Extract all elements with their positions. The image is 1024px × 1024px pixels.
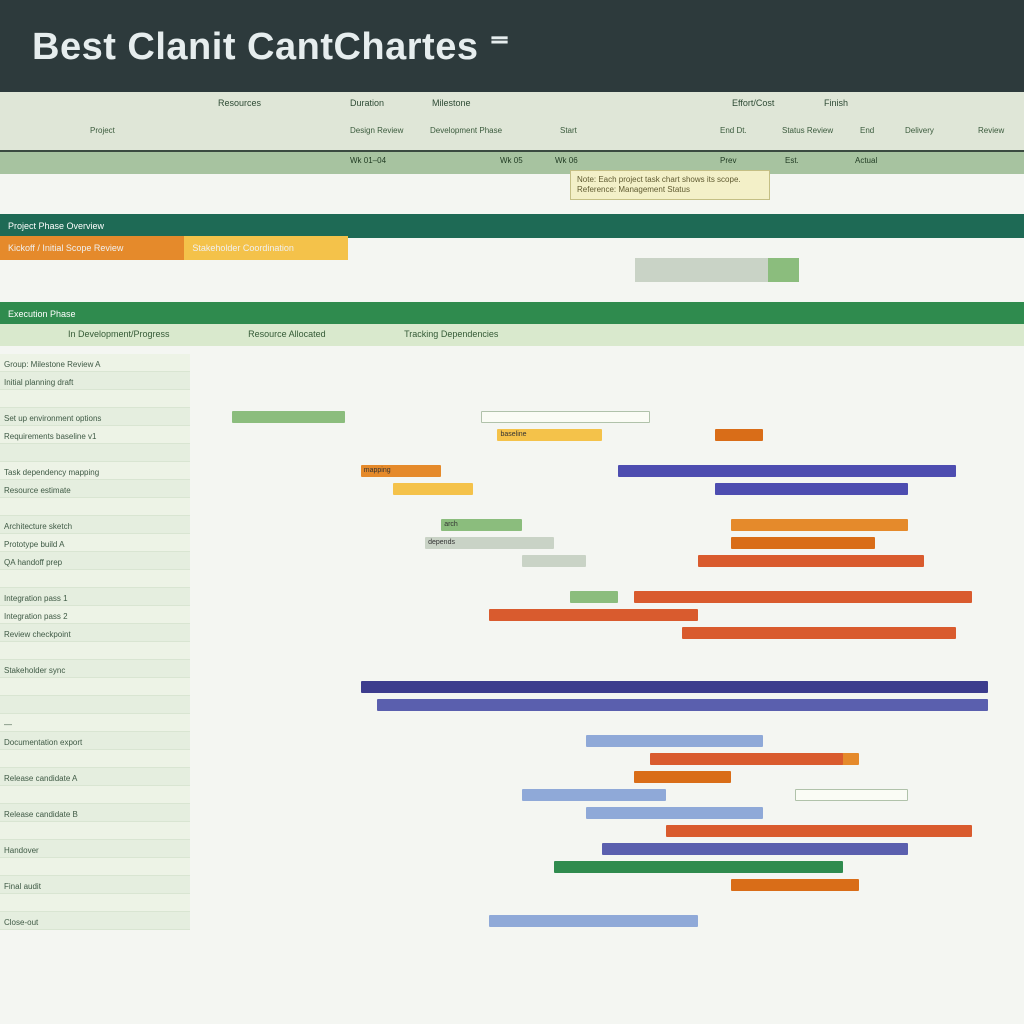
page-title: Best Clanit CantChartes ⁼ <box>32 24 510 69</box>
gantt-bar[interactable] <box>232 411 345 423</box>
subcol-end-dt-[interactable]: End Dt. <box>720 126 747 135</box>
gantt-bar[interactable]: arch <box>441 519 521 531</box>
column-header-major: Resources Duration Milestone Effort/Cost Fin… <box>0 92 1024 152</box>
gantt-bar[interactable] <box>634 591 972 603</box>
subcol-review[interactable]: Review <box>978 126 1004 135</box>
subcol-delivery[interactable]: Delivery <box>905 126 934 135</box>
gantt-bar[interactable] <box>715 483 908 495</box>
gantt-bar[interactable] <box>731 537 876 549</box>
datecol-wk-05: Wk 05 <box>500 156 523 165</box>
legend-item-c: Tracking Dependencies <box>386 324 516 344</box>
gantt-bar[interactable] <box>522 555 586 567</box>
gantt-bar[interactable] <box>602 843 908 855</box>
gantt-bar[interactable] <box>522 789 667 801</box>
gantt-bar[interactable] <box>618 465 956 477</box>
gantt-bar[interactable] <box>489 915 698 927</box>
gantt-bar[interactable] <box>682 627 955 639</box>
subcol-end[interactable]: End <box>860 126 874 135</box>
gantt-bar[interactable] <box>586 807 763 819</box>
gantt-bars-layer: baselinemappingarchdependscheckrelease <box>0 354 1024 1024</box>
subcol-development-phase[interactable]: Development Phase <box>430 126 502 135</box>
subcol-design-review[interactable]: Design Review <box>350 126 403 135</box>
col-effort-cost[interactable]: Effort/Cost <box>732 98 774 108</box>
chart-note-line1: Note: Each project task chart shows its … <box>577 175 763 185</box>
gantt-bar[interactable] <box>361 681 988 693</box>
col-finish[interactable]: Finish <box>824 98 848 108</box>
datecol-prev: Prev <box>720 156 736 165</box>
col-milestone[interactable]: Milestone <box>432 98 471 108</box>
datecol-actual: Actual <box>855 156 877 165</box>
gantt-bar[interactable] <box>698 555 923 567</box>
gantt-bar[interactable] <box>489 609 698 621</box>
gantt-bar[interactable] <box>715 429 763 441</box>
datecol-est-: Est. <box>785 156 799 165</box>
col-duration[interactable]: Duration <box>350 98 384 108</box>
legend-row: In Development/Progress Resource Allocat… <box>0 324 1024 346</box>
datecol-wk-01-04: Wk 01–04 <box>350 156 386 165</box>
phase-bar[interactable] <box>635 258 768 282</box>
gantt-bar[interactable] <box>731 879 860 891</box>
gantt-bar[interactable]: depends <box>425 537 554 549</box>
gantt-bar[interactable] <box>795 789 908 801</box>
legend-item-b: Resource Allocated <box>230 324 344 344</box>
phase-bar[interactable]: Stakeholder Coordination <box>184 236 348 260</box>
gantt-bar[interactable] <box>586 735 763 747</box>
gantt-bar[interactable] <box>393 483 473 495</box>
phase-bar[interactable]: Project Phase Overview <box>0 214 1024 238</box>
gantt-bar[interactable] <box>554 861 843 873</box>
app-header: Best Clanit CantChartes ⁼ <box>0 0 1024 92</box>
gantt-bar[interactable] <box>731 519 908 531</box>
gantt-bar[interactable] <box>481 411 650 423</box>
gantt-bar[interactable]: mapping <box>361 465 441 477</box>
subcol-start[interactable]: Start <box>560 126 577 135</box>
datecol-wk-06: Wk 06 <box>555 156 578 165</box>
gantt-chart: Note: Each project task chart shows its … <box>0 174 1024 1024</box>
gantt-bar[interactable] <box>650 753 843 765</box>
legend-item-a: In Development/Progress <box>50 324 188 344</box>
gantt-bar[interactable] <box>666 825 972 837</box>
phase-bar[interactable]: Execution Phase <box>0 302 1024 326</box>
gantt-bar[interactable] <box>634 771 730 783</box>
gantt-bar[interactable] <box>377 699 988 711</box>
gantt-bar[interactable]: baseline <box>497 429 602 441</box>
subcol-project[interactable]: Project <box>90 126 115 135</box>
gantt-bar[interactable] <box>570 591 618 603</box>
column-header-dates: Wk 01–04 Wk 05 Wk 06 Prev Est. Actual <box>0 152 1024 174</box>
chart-note: Note: Each project task chart shows its … <box>570 170 770 200</box>
col-resources[interactable]: Resources <box>218 98 261 108</box>
chart-note-line2: Reference: Management Status <box>577 185 763 195</box>
phase-bar[interactable]: Kickoff / Initial Scope Review <box>0 236 184 260</box>
subcol-status-review[interactable]: Status Review <box>782 126 833 135</box>
